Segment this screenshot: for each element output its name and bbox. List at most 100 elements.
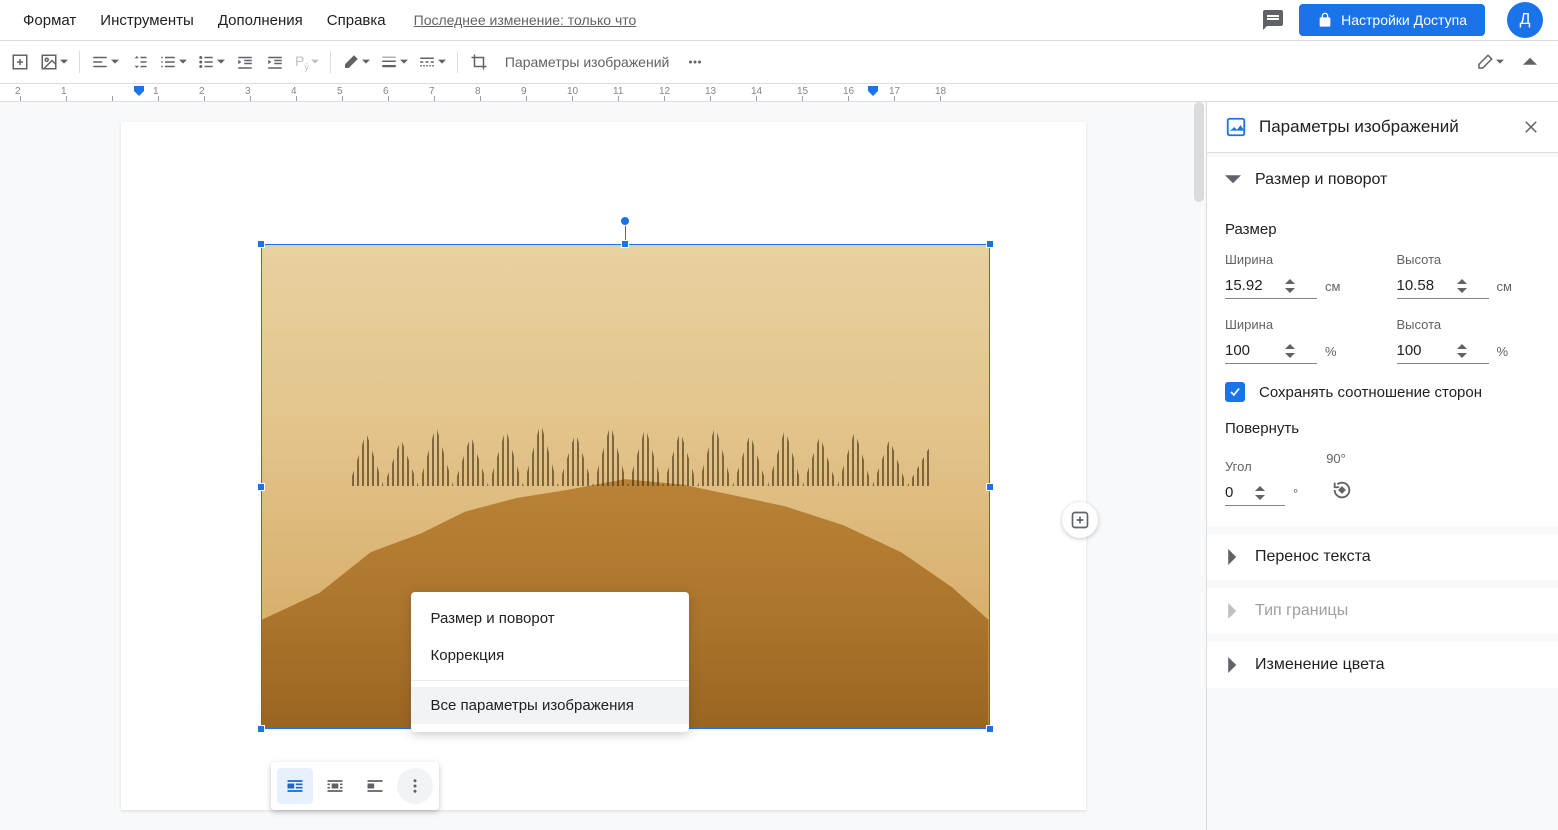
line-spacing-button[interactable] [125,47,153,77]
insert-table-button[interactable] [6,47,34,77]
image-icon [1225,116,1247,138]
stepper-up-icon[interactable] [1457,278,1467,286]
decrease-indent-button[interactable] [231,47,259,77]
wrap-inline-button[interactable] [277,768,313,804]
panel-text-wrap: Перенос текста [1207,534,1558,580]
panel-header-size-rotate[interactable]: Размер и поворот [1207,157,1558,203]
close-sidebar-button[interactable] [1522,118,1540,136]
chevron-down-icon [1225,172,1241,188]
rotation-handle[interactable] [620,216,630,226]
share-button[interactable]: Настройки Доступа [1299,4,1485,36]
float-more-button[interactable] [397,768,433,804]
add-comment-button[interactable] [1062,502,1098,538]
align-button[interactable] [87,47,123,77]
right-indent-marker[interactable] [868,86,878,100]
panel-size-rotate: Размер и поворот Размер Ширина [1207,157,1558,526]
ruler-mark: 7 [434,84,480,102]
stepper-up-icon[interactable] [1255,485,1265,493]
panel-header-recolor[interactable]: Изменение цвета [1207,642,1558,688]
width-cm-input[interactable] [1225,273,1317,299]
image-options-button[interactable]: Параметры изображений [495,54,680,70]
ruler-mark: 9 [526,84,572,102]
wrap-break-button[interactable] [357,768,393,804]
ruler-mark: 5 [342,84,388,102]
numbered-list-button[interactable] [155,47,191,77]
panel-recolor: Изменение цвета [1207,642,1558,688]
resize-handle-tm[interactable] [621,240,629,248]
height-pct-input[interactable] [1397,338,1489,364]
menu-addons[interactable]: Дополнения [210,8,311,33]
menu-tools[interactable]: Инструменты [92,8,202,33]
increase-indent-button[interactable] [261,47,289,77]
height-cm-input[interactable] [1397,273,1489,299]
panel-header-border-type[interactable]: Тип границы [1207,588,1558,634]
stepper-up-icon[interactable] [1285,343,1295,351]
bulleted-list-button[interactable] [193,47,229,77]
more-button[interactable] [681,47,709,77]
last-edit-link[interactable]: Последнее изменение: только что [414,12,637,28]
resize-handle-mr[interactable] [986,483,994,491]
width-label: Ширина [1225,252,1369,267]
ruler-mark: 11 [618,84,664,102]
menu-all-params[interactable]: Все параметры изображения [411,687,689,724]
ruler-mark: 12 [664,84,710,102]
ruler-mark: 14 [756,84,802,102]
stepper-down-icon[interactable] [1285,351,1295,359]
avatar[interactable]: Д [1507,2,1543,38]
border-weight-button[interactable] [376,47,412,77]
ruler-mark: 3 [250,84,296,102]
ruler-mark: 10 [572,84,618,102]
rotate-90-label: 90° [1326,451,1358,466]
resize-handle-ml[interactable] [257,483,265,491]
angle-label: Угол [1225,459,1298,474]
scrollbar-track[interactable] [1192,102,1206,830]
menu-help[interactable]: Справка [319,8,394,33]
left-indent-marker[interactable] [134,86,144,100]
toolbar: Рӯ Параметры изображений [0,40,1558,84]
panel-header-text-wrap[interactable]: Перенос текста [1207,534,1558,580]
horizontal-ruler[interactable]: 21123456789101112131415161718 [0,84,1558,102]
stepper-up-icon[interactable] [1285,278,1295,286]
image-options-sidebar: Параметры изображений Размер и поворот Р… [1206,102,1558,830]
menu-format[interactable]: Формат [15,8,84,33]
chevron-right-icon [1225,549,1241,565]
panel-border-type: Тип границы [1207,588,1558,634]
menu-size-rotate[interactable]: Размер и поворот [411,600,689,637]
chevron-right-icon [1225,603,1241,619]
resize-handle-tr[interactable] [986,240,994,248]
editing-mode-button[interactable] [1472,47,1508,77]
wrap-text-button[interactable] [317,768,353,804]
width-pct-input[interactable] [1225,338,1317,364]
height-pct-label: Высота [1397,317,1541,332]
insert-image-button[interactable] [36,47,72,77]
document-page: Размер и поворот Коррекция Все параметры… [121,122,1086,810]
clear-formatting-button[interactable]: Рӯ [291,47,323,77]
check-icon [1228,385,1242,399]
lock-icon [1317,12,1333,28]
resize-handle-br[interactable] [986,725,994,733]
lock-ratio-checkbox[interactable] [1225,382,1245,402]
resize-handle-tl[interactable] [257,240,265,248]
stepper-down-icon[interactable] [1457,286,1467,294]
chevron-right-icon [1225,657,1241,673]
ruler-mark: 6 [388,84,434,102]
document-canvas[interactable]: Размер и поворот Коррекция Все параметры… [0,102,1206,830]
stepper-down-icon[interactable] [1457,351,1467,359]
rotate-90-button[interactable] [1326,474,1358,506]
stepper-up-icon[interactable] [1457,343,1467,351]
stepper-down-icon[interactable] [1285,286,1295,294]
resize-handle-bl[interactable] [257,725,265,733]
angle-input[interactable] [1225,480,1285,506]
height-label: Высота [1397,252,1541,267]
crop-button[interactable] [465,47,493,77]
comments-icon[interactable] [1255,2,1291,38]
stepper-down-icon[interactable] [1255,493,1265,501]
menu-correction[interactable]: Коррекция [411,637,689,674]
border-color-button[interactable] [338,47,374,77]
collapse-toolbar-button[interactable] [1516,47,1544,77]
ruler-mark: 17 [894,84,940,102]
border-dash-button[interactable] [414,47,450,77]
scrollbar-thumb[interactable] [1194,102,1204,202]
lock-ratio-label: Сохранять соотношение сторон [1259,384,1482,401]
ruler-mark: 8 [480,84,526,102]
